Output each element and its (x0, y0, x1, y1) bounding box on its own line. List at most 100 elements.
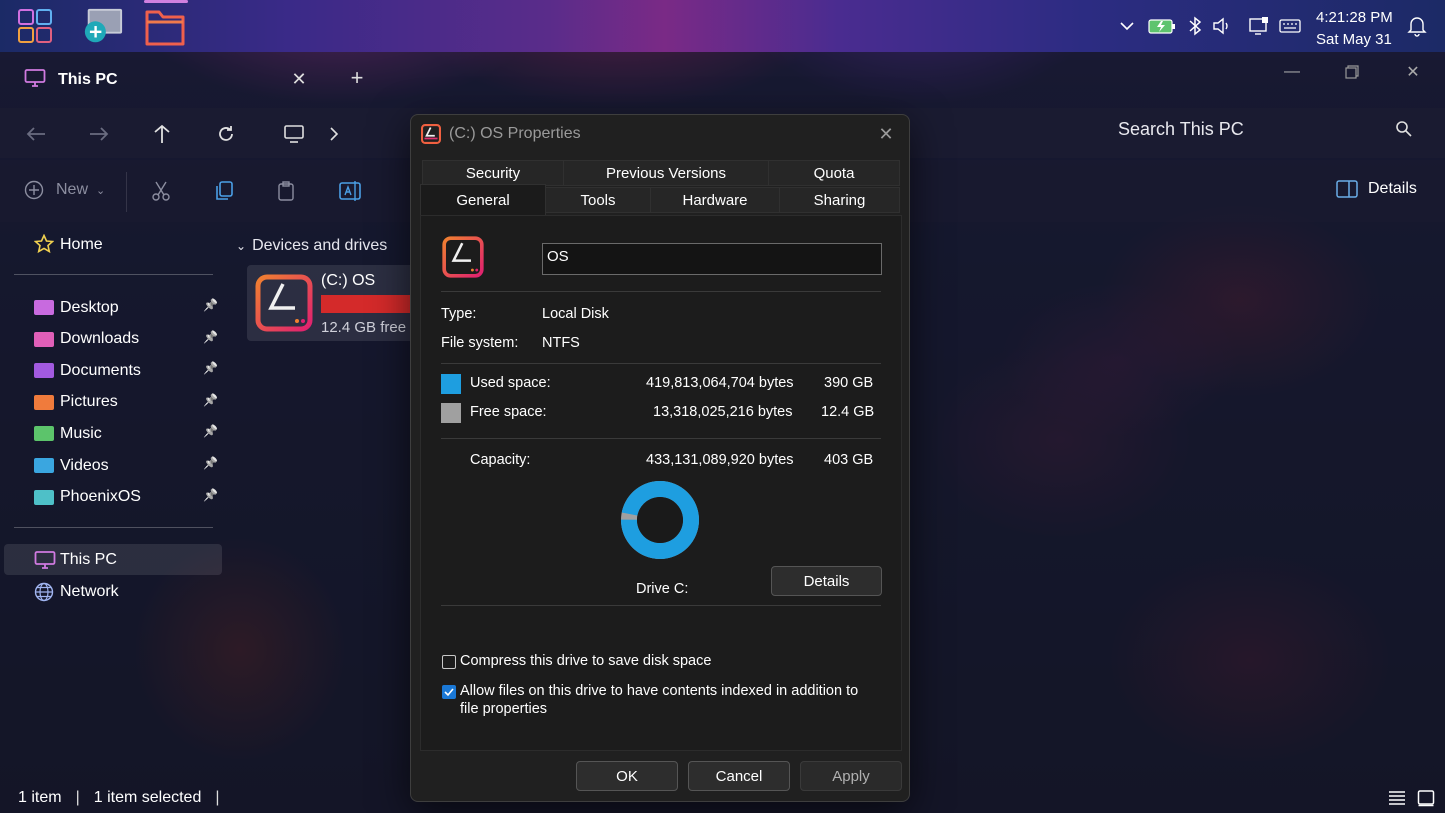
tab-security[interactable]: Security (422, 160, 564, 186)
capacity-bytes: 433,131,089,920 bytes (646, 452, 794, 468)
screen-icon[interactable] (1248, 15, 1270, 37)
sidebar-item-this-pc[interactable]: This PC (4, 544, 222, 575)
pin-icon[interactable]: 📌 (203, 488, 218, 502)
drive-name-input[interactable]: OS (542, 243, 882, 275)
free-space-label: Free space: (470, 404, 547, 420)
file-system-value: NTFS (542, 335, 580, 351)
pin-icon[interactable]: 📌 (203, 393, 218, 407)
divider (441, 363, 881, 364)
ok-button[interactable]: OK (576, 761, 678, 791)
capacity-size: 403 GB (824, 452, 874, 468)
drive-tile-c[interactable]: (C:) OS 12.4 GB free (247, 265, 417, 341)
tab-title: This PC (58, 71, 118, 88)
sidebar-item-network[interactable]: Network (4, 576, 222, 607)
tab-tools[interactable]: Tools (545, 187, 651, 213)
monitor-icon (34, 550, 56, 575)
drive-free-text: 12.4 GB free (321, 319, 407, 336)
sidebar-item-documents[interactable]: Documents 📌 (4, 355, 222, 386)
free-space-swatch (441, 403, 461, 423)
monitor-icon (24, 68, 46, 93)
index-checkbox[interactable] (442, 685, 456, 699)
search-input[interactable]: Search This PC (1118, 119, 1244, 140)
status-selected-count: 1 item selected (93, 789, 202, 806)
tab-hardware[interactable]: Hardware (650, 187, 780, 213)
sidebar-item-phoenixos[interactable]: PhoenixOS 📌 (4, 482, 222, 513)
new-tab-button[interactable]: + (345, 65, 369, 90)
folder-icon (34, 489, 54, 505)
copy-icon[interactable] (213, 180, 235, 202)
bluetooth-icon[interactable] (1184, 15, 1206, 37)
status-separator: | (75, 789, 80, 806)
this-pc-location-icon[interactable] (280, 120, 308, 148)
drive-name: (C:) OS (321, 272, 376, 289)
pin-icon[interactable]: 📌 (203, 330, 218, 344)
up-arrow-icon[interactable] (148, 120, 176, 148)
details-pane-button[interactable]: Details (1336, 180, 1417, 198)
magnifier-icon[interactable] (82, 6, 124, 48)
disk-details-button[interactable]: Details (771, 566, 882, 596)
back-arrow-icon[interactable] (22, 120, 50, 148)
list-view-icon[interactable] (1388, 790, 1406, 811)
free-space-size: 12.4 GB (821, 404, 875, 420)
free-space-bytes: 13,318,025,216 bytes (653, 404, 793, 420)
close-icon[interactable]: ✕ (875, 123, 897, 145)
disk-usage-donut (619, 479, 701, 566)
close-window-icon[interactable]: ✕ (1401, 60, 1425, 84)
rename-icon[interactable] (339, 180, 363, 202)
close-tab-icon[interactable]: ✕ (288, 68, 310, 90)
bell-icon[interactable] (1406, 15, 1428, 37)
pin-icon[interactable]: 📌 (203, 456, 218, 470)
tiles-view-icon[interactable] (1417, 789, 1435, 812)
system-clock[interactable]: 4:21:28 PM Sat May 31 (1316, 7, 1393, 51)
apply-button[interactable]: Apply (800, 761, 902, 791)
new-button[interactable]: New ⌄ (24, 180, 105, 200)
chevron-down-icon[interactable] (1116, 15, 1138, 37)
restore-icon[interactable] (1340, 60, 1364, 84)
sidebar-item-desktop[interactable]: Desktop 📌 (4, 292, 222, 323)
forward-arrow-icon[interactable] (85, 120, 113, 148)
top-taskbar: 4:21:28 PM Sat May 31 (0, 0, 1445, 52)
drive-properties-dialog: (C:) OS Properties ✕ Security Previous V… (410, 114, 910, 802)
section-title: Devices and drives (252, 237, 388, 254)
sidebar-item-music[interactable]: Music 📌 (4, 418, 222, 449)
chevron-down-icon: ⌄ (96, 184, 106, 197)
cut-icon[interactable] (150, 180, 172, 202)
folder-icon (34, 363, 54, 379)
sidebar-item-label: Home (60, 235, 103, 253)
plus-circle-icon (24, 180, 44, 200)
type-value: Local Disk (542, 306, 609, 322)
sidebar-item-downloads[interactable]: Downloads 📌 (4, 324, 222, 355)
cancel-button[interactable]: Cancel (688, 761, 790, 791)
clock-time: 4:21:28 PM (1316, 9, 1393, 26)
tab-quota[interactable]: Quota (768, 160, 900, 186)
volume-icon[interactable] (1212, 15, 1234, 37)
minimize-icon[interactable]: — (1280, 60, 1304, 84)
tab-sharing[interactable]: Sharing (779, 187, 900, 213)
status-item-count: 1 item (18, 789, 62, 806)
refresh-icon[interactable] (212, 120, 240, 148)
tab-general[interactable]: General (420, 184, 546, 216)
folder-icon (34, 331, 54, 347)
used-space-bytes: 419,813,064,704 bytes (646, 375, 794, 391)
pin-icon[interactable]: 📌 (203, 424, 218, 438)
keyboard-icon[interactable] (1278, 15, 1302, 37)
file-manager-icon[interactable] (144, 0, 188, 48)
compress-checkbox[interactable] (442, 655, 456, 669)
globe-icon (34, 582, 54, 607)
breadcrumb-chevron-icon[interactable] (320, 120, 348, 148)
sidebar-item-label: PhoenixOS (60, 488, 141, 506)
sidebar-item-pictures[interactable]: Pictures 📌 (4, 387, 222, 418)
pin-icon[interactable]: 📌 (203, 298, 218, 312)
sidebar-item-label: Network (60, 582, 119, 600)
section-header-devices[interactable]: ⌄ Devices and drives (236, 237, 387, 255)
sidebar-item-home[interactable]: Home (4, 229, 222, 260)
pin-icon[interactable]: 📌 (203, 361, 218, 375)
paste-icon[interactable] (276, 180, 298, 202)
tab-this-pc[interactable]: This PC ✕ (12, 60, 318, 100)
battery-icon[interactable] (1148, 15, 1176, 37)
tab-previous-versions[interactable]: Previous Versions (563, 160, 769, 186)
search-icon[interactable] (1393, 118, 1415, 140)
launcher-grid-icon[interactable] (18, 9, 52, 43)
folder-icon (34, 458, 54, 473)
sidebar-item-videos[interactable]: Videos 📌 (4, 450, 222, 481)
